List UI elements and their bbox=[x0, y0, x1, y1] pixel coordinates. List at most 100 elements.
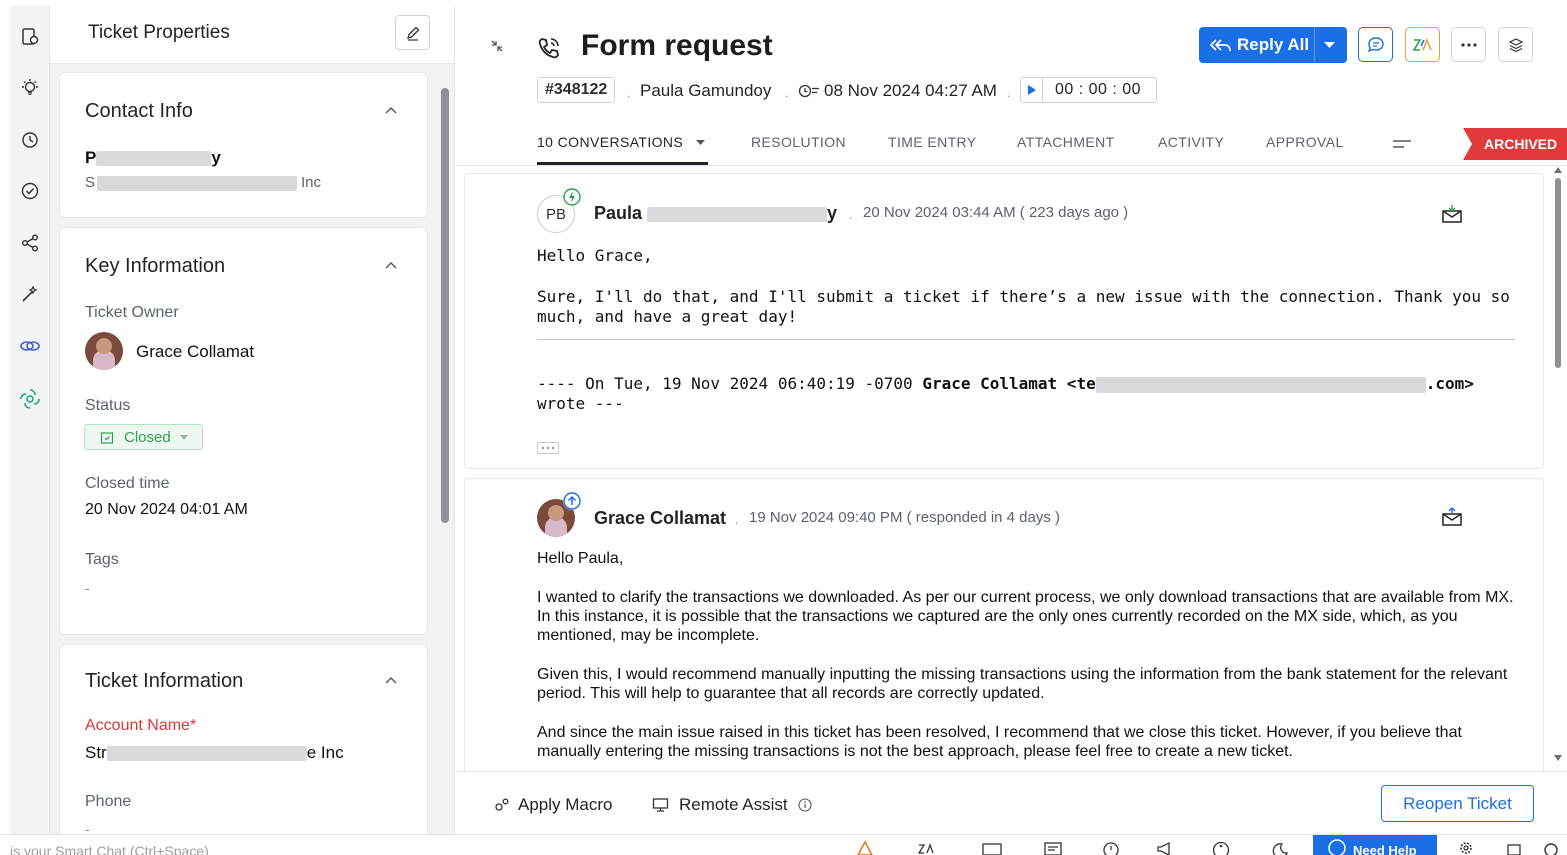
reply-all-button[interactable]: Reply All bbox=[1199, 27, 1347, 63]
properties-scroll-thumb[interactable] bbox=[441, 88, 449, 523]
incoming-badge bbox=[563, 188, 581, 206]
tab-conversations[interactable]: 10 CONVERSATIONS bbox=[537, 134, 706, 150]
tab-time-entry[interactable]: TIME ENTRY bbox=[888, 134, 977, 150]
redacted-text bbox=[96, 151, 212, 167]
message-timestamp: 19 Nov 2024 09:40 PM ( responded in 4 da… bbox=[749, 509, 1060, 526]
tags-value[interactable]: - bbox=[85, 580, 90, 596]
quote-separator bbox=[537, 339, 1515, 340]
quote-suffix: wrote --- bbox=[537, 394, 624, 413]
more-horizontal-icon bbox=[1460, 42, 1477, 47]
bulb-icon[interactable] bbox=[17, 75, 43, 101]
conversation-thread[interactable]: Grace Collamat . 19 Nov 2024 09:40 PM ( … bbox=[464, 478, 1544, 778]
email-envelope-icon[interactable] bbox=[1441, 204, 1463, 224]
sender-name[interactable]: Grace Collamat bbox=[594, 508, 726, 529]
caret-down-icon bbox=[696, 140, 706, 146]
account-name-start: Str bbox=[85, 743, 107, 762]
ticket-properties-panel: Ticket Properties Contact Info Py S Inc K… bbox=[50, 6, 455, 834]
chevron-up-icon[interactable] bbox=[385, 105, 397, 117]
keyboard-icon[interactable] bbox=[982, 840, 1002, 855]
info-icon[interactable] bbox=[798, 798, 812, 812]
ticket-timer: 00 : 00 : 00 bbox=[1020, 77, 1157, 103]
key-information-title: Key Information bbox=[85, 255, 226, 277]
tab-resolution[interactable]: RESOLUTION bbox=[751, 134, 846, 150]
smart-chat-hint[interactable]: is your Smart Chat (Ctrl+Space) bbox=[10, 843, 209, 855]
phone-label: Phone bbox=[85, 793, 132, 810]
show-quoted-text-button[interactable] bbox=[537, 442, 559, 454]
ticket-contact-name[interactable]: Paula Gamundoy bbox=[640, 81, 771, 101]
conversation-thread[interactable]: PB Paula y . 20 Nov 2024 03:44 AM ( 223 … bbox=[464, 173, 1544, 469]
zia-button[interactable] bbox=[1405, 27, 1440, 62]
tab-attachment[interactable]: ATTACHMENT bbox=[1017, 134, 1115, 150]
megaphone-icon[interactable] bbox=[1155, 840, 1175, 855]
ai-assistant-icon[interactable] bbox=[17, 386, 43, 412]
moon-icon[interactable] bbox=[1270, 840, 1290, 855]
contact-name-end: y bbox=[211, 148, 221, 167]
ticket-owner-name[interactable]: Grace Collamat bbox=[136, 342, 254, 362]
status-dropdown[interactable]: Closed bbox=[84, 424, 203, 450]
accessibility-icon[interactable] bbox=[1211, 840, 1231, 855]
ticket-detail: Form request #348122 . Paula Gamundoy . … bbox=[456, 6, 1567, 834]
check-circle-icon[interactable] bbox=[17, 178, 43, 204]
bolt-icon bbox=[563, 188, 581, 206]
phone-value[interactable]: - bbox=[85, 821, 90, 834]
ticket-properties-icon[interactable] bbox=[17, 24, 43, 50]
sender-name[interactable]: Paula y bbox=[594, 203, 837, 224]
contact-name[interactable]: Py bbox=[85, 148, 221, 168]
sender-name-start: Paula bbox=[594, 203, 643, 223]
ticket-owner-label: Ticket Owner bbox=[85, 304, 179, 321]
outgoing-badge bbox=[563, 492, 581, 510]
reply-options-caret-icon[interactable] bbox=[1324, 42, 1335, 49]
message-time: 20 Nov 2024 03:44 AM bbox=[863, 204, 1016, 221]
sender-name-end: y bbox=[827, 203, 838, 223]
message-timestamp: 20 Nov 2024 03:44 AM ( 223 days ago ) bbox=[863, 204, 1128, 221]
pencil-icon bbox=[406, 26, 419, 41]
collapse-icon[interactable] bbox=[490, 39, 504, 53]
message-greeting: Hello Grace, bbox=[537, 246, 653, 265]
notes-icon[interactable] bbox=[1043, 840, 1063, 855]
bottom-status-bar: is your Smart Chat (Ctrl+Space) Need Hel… bbox=[0, 834, 1567, 855]
due-time[interactable]: 08 Nov 2024 04:27 AM bbox=[824, 81, 997, 101]
tab-overflow-menu-icon[interactable] bbox=[1393, 139, 1411, 149]
tab-activity[interactable]: ACTIVITY bbox=[1158, 134, 1224, 150]
search-icon[interactable] bbox=[1541, 840, 1561, 855]
message-relative-time: ( responded in 4 days ) bbox=[906, 509, 1061, 526]
tags-label: Tags bbox=[85, 551, 119, 568]
timer-play-button[interactable] bbox=[1021, 78, 1043, 102]
more-options-button[interactable] bbox=[1451, 27, 1486, 62]
need-help-label: Need Help bbox=[1353, 843, 1417, 855]
magic-wand-icon[interactable] bbox=[17, 281, 43, 307]
zia-status-icon[interactable] bbox=[917, 840, 937, 855]
scroll-up-arrow-icon[interactable] bbox=[1553, 166, 1563, 174]
contact-account-end: Inc bbox=[301, 174, 322, 191]
apply-macro-button[interactable]: Apply Macro bbox=[494, 795, 612, 815]
link-icon[interactable] bbox=[17, 333, 43, 359]
clock-icon[interactable] bbox=[1101, 840, 1121, 855]
history-icon[interactable] bbox=[17, 127, 43, 153]
layers-button[interactable] bbox=[1498, 27, 1533, 62]
alert-icon[interactable] bbox=[855, 840, 875, 855]
conversation-scroll-thumb[interactable] bbox=[1555, 178, 1561, 368]
email-envelope-icon[interactable] bbox=[1441, 507, 1463, 527]
reply-split-divider bbox=[1314, 27, 1315, 63]
tab-approval[interactable]: APPROVAL bbox=[1266, 134, 1344, 150]
macro-gears-icon bbox=[495, 798, 509, 811]
share-icon[interactable] bbox=[17, 230, 43, 256]
reopen-ticket-button[interactable]: Reopen Ticket bbox=[1381, 785, 1534, 822]
scroll-down-arrow-icon[interactable] bbox=[1553, 754, 1563, 762]
chevron-up-icon[interactable] bbox=[385, 675, 397, 687]
quote-sender-name: Grace Collamat <te bbox=[922, 374, 1096, 393]
apply-macro-label: Apply Macro bbox=[518, 795, 613, 814]
remote-assist-button[interactable]: Remote Assist bbox=[652, 795, 812, 815]
comment-button[interactable] bbox=[1358, 27, 1393, 62]
ticket-number[interactable]: #348122 bbox=[537, 77, 616, 103]
phone-icon bbox=[538, 38, 559, 59]
windows-icon[interactable] bbox=[1505, 840, 1525, 855]
account-name-value[interactable]: Str e Inc bbox=[85, 743, 344, 763]
contact-account[interactable]: S Inc bbox=[85, 174, 321, 191]
chevron-up-icon[interactable] bbox=[385, 260, 397, 272]
settings-gear-icon[interactable] bbox=[1456, 840, 1476, 855]
edit-properties-button[interactable] bbox=[395, 15, 430, 50]
conversation-scrollbar[interactable] bbox=[1553, 166, 1563, 776]
reply-arrow-icon bbox=[563, 492, 581, 510]
need-help-button[interactable]: Need Help bbox=[1313, 835, 1437, 855]
